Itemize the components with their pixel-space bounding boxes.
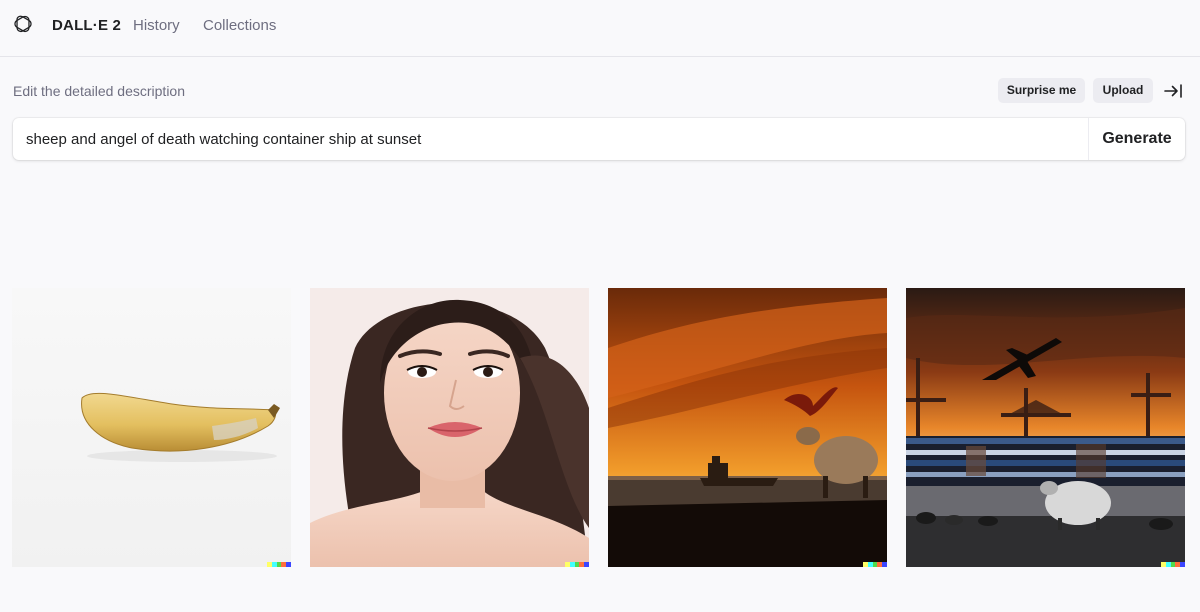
generated-image-sheep-sunset[interactable] <box>608 288 887 567</box>
top-navigation-bar: DALL·E 2 History Collections <box>0 0 1200 57</box>
generate-button[interactable]: Generate <box>1089 118 1185 160</box>
arrow-right-to-bar-icon[interactable] <box>1163 81 1183 101</box>
dalle-signature <box>1161 562 1185 567</box>
openai-logo-icon[interactable] <box>12 14 34 36</box>
nav-history[interactable]: History <box>133 17 180 34</box>
dalle-signature <box>565 562 589 567</box>
dalle-signature <box>267 562 291 567</box>
dalle-signature <box>863 562 887 567</box>
generated-image-container-port[interactable] <box>906 288 1185 567</box>
description-label: Edit the detailed description <box>13 83 185 99</box>
generated-image-banana[interactable] <box>12 288 291 567</box>
nav-collections[interactable]: Collections <box>203 17 276 34</box>
brand-title[interactable]: DALL·E 2 <box>52 17 121 34</box>
prompt-input[interactable] <box>26 129 1076 149</box>
surprise-me-button[interactable]: Surprise me <box>998 78 1085 103</box>
prompt-container: Generate <box>13 118 1185 160</box>
upload-button[interactable]: Upload <box>1093 78 1153 103</box>
generated-image-portrait[interactable] <box>310 288 589 567</box>
